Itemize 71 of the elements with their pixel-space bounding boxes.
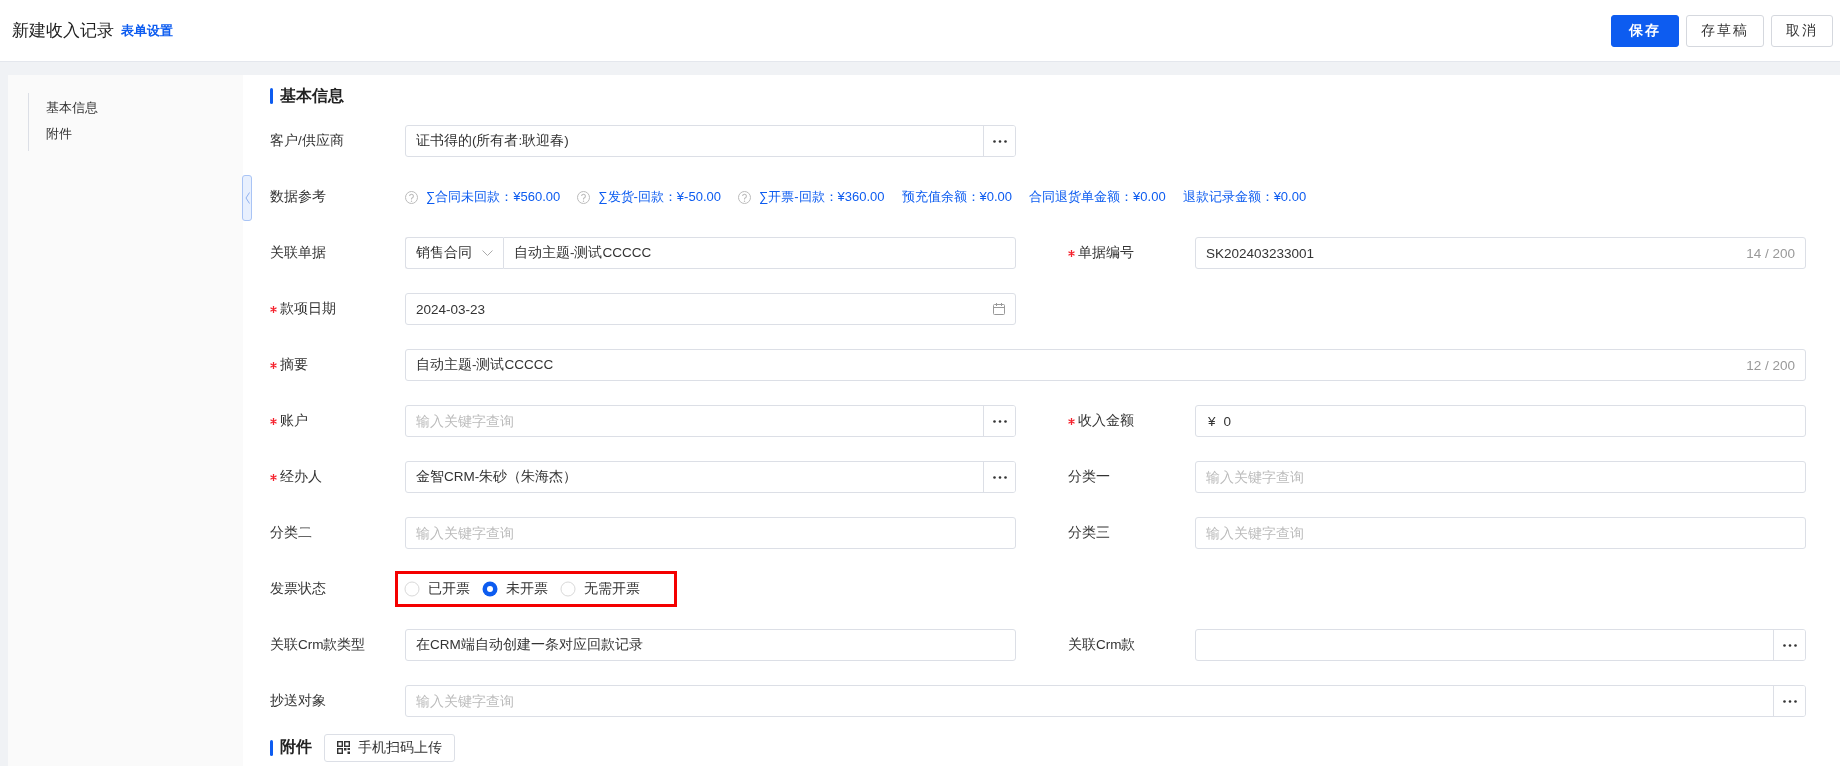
more-options-button[interactable] <box>983 462 1015 492</box>
radio-button[interactable] <box>482 581 498 597</box>
scan-upload-button[interactable]: 手机扫码上传 <box>324 733 455 762</box>
sidebar-item[interactable]: 基本信息 <box>29 95 229 121</box>
text-input[interactable]: SK202403233001 <box>1196 238 1747 268</box>
input-field[interactable]: SK202403233001 14 / 200 <box>1195 237 1806 269</box>
cancel-button[interactable]: 取消 <box>1771 14 1833 47</box>
section-title: 附件 <box>280 737 312 757</box>
field-label: 关联单据 <box>270 244 326 262</box>
text-input[interactable]: 自动主题-测试CCCCC <box>504 238 1015 268</box>
qr-code-icon <box>337 741 350 754</box>
field-label: 分类三 <box>1068 524 1110 542</box>
field-label: 客户/供应商 <box>270 132 344 150</box>
type-select[interactable]: 销售合同 <box>405 237 503 269</box>
field-label: 关联Crm款类型 <box>270 636 366 654</box>
more-dots-icon <box>992 419 1007 423</box>
page-title: 新建收入记录 <box>12 20 114 42</box>
help-icon <box>405 190 418 204</box>
field-label: 摘要 <box>280 356 308 374</box>
more-dots-icon <box>1782 643 1797 647</box>
text-input[interactable]: 输入关键字查询 <box>1196 462 1805 492</box>
text-input[interactable]: 自动主题-测试CCCCC <box>406 350 1747 380</box>
help-icon <box>737 190 751 204</box>
collapse-sidebar-button[interactable] <box>242 175 252 221</box>
more-options-button[interactable] <box>1773 686 1805 716</box>
reference-value: 合同退货单金额：¥0.00 <box>1029 188 1166 206</box>
reference-value: 预充值余额：¥0.00 <box>901 188 1013 206</box>
save-draft-button[interactable]: 存草稿 <box>1686 14 1764 47</box>
amount-field[interactable]: ¥ 0 <box>1195 405 1806 437</box>
field-label: 抄送对象 <box>270 692 326 710</box>
field-label: 账户 <box>280 412 308 430</box>
char-counter: 12 / 200 <box>1746 357 1796 373</box>
field-label: 数据参考 <box>270 188 326 206</box>
section-title: 基本信息 <box>280 85 344 106</box>
chevron-down-icon <box>482 250 493 256</box>
calendar-icon <box>993 303 1005 315</box>
more-options-button[interactable] <box>983 126 1015 156</box>
more-dots-icon <box>992 139 1007 143</box>
radio-button[interactable] <box>404 581 420 597</box>
radio-button[interactable] <box>560 581 576 597</box>
sidebar-item[interactable]: 附件 <box>29 121 229 147</box>
field-label: 收入金额 <box>1078 412 1134 430</box>
reference-value: ∑开票-回款：¥360.00 <box>758 188 885 206</box>
chevron-left-icon <box>244 192 250 204</box>
text-input[interactable]: 在CRM端自动创建一条对应回款记录 <box>406 630 1015 660</box>
currency-symbol: ¥ <box>1207 413 1216 429</box>
reference-value: 退款记录金额：¥0.00 <box>1182 188 1307 206</box>
radio-label[interactable]: 未开票 <box>506 580 548 598</box>
more-dots-icon <box>1782 699 1797 703</box>
field-label: 发票状态 <box>270 580 326 598</box>
more-dots-icon <box>992 475 1007 479</box>
text-input[interactable]: 输入关键字查询 <box>1196 518 1805 548</box>
save-button[interactable]: 保存 <box>1611 14 1679 47</box>
char-counter: 14 / 200 <box>1746 245 1796 261</box>
field-label: 单据编号 <box>1078 244 1134 262</box>
field-label: 关联Crm款 <box>1068 636 1136 654</box>
reference-value: ∑合同未回款：¥560.00 <box>426 188 561 206</box>
radio-label[interactable]: 已开票 <box>428 580 470 598</box>
more-options-button[interactable] <box>1773 630 1805 660</box>
field-label: 分类一 <box>1068 468 1110 486</box>
help-icon <box>577 190 591 204</box>
text-input[interactable]: 输入关键字查询 <box>406 518 1015 548</box>
reference-value: ∑发货-回款：¥-50.00 <box>598 188 721 206</box>
text-input[interactable]: 0 <box>1215 406 1805 436</box>
more-options-button[interactable] <box>983 406 1015 436</box>
form-settings-link[interactable]: 表单设置 <box>121 21 173 40</box>
input-field[interactable]: 自动主题-测试CCCCC 12 / 200 <box>405 349 1806 381</box>
radio-label[interactable]: 无需开票 <box>584 580 640 598</box>
field-label: 经办人 <box>280 468 322 486</box>
field-label: 分类二 <box>270 524 312 542</box>
field-label: 款项日期 <box>280 300 336 318</box>
